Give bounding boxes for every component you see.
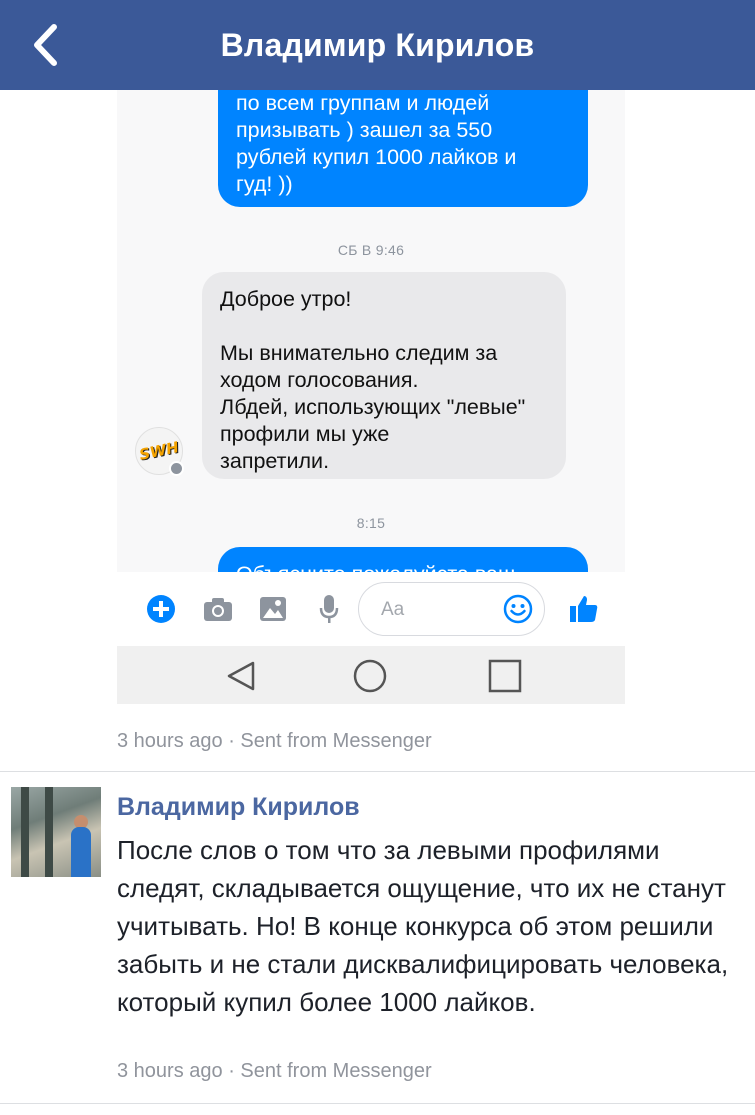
back-triangle-icon[interactable] (221, 658, 261, 694)
messenger-badge-icon (169, 461, 184, 476)
avatar-detail (45, 787, 53, 877)
message-line: Лбдей, использующих "левые" (220, 395, 526, 419)
message-timestamp: СБ В 9:46 (337, 242, 405, 258)
message-spacer (220, 313, 548, 340)
message-line: призывать ) зашел за 550 (236, 118, 493, 142)
message-line: запретили. (220, 449, 330, 473)
thumbs-up-icon[interactable] (567, 592, 601, 626)
conversation-title: Владимир Кирилов (220, 27, 535, 63)
comment-author[interactable]: Владимир Кирилов (117, 793, 360, 822)
emoji-icon[interactable] (501, 592, 535, 626)
message-timestamp: 8:15 (356, 515, 386, 531)
message-input-placeholder: Aa (381, 599, 405, 620)
swh-logo-icon: SWH (137, 438, 181, 464)
message-line: Объясните пожалуйста ваш (236, 562, 515, 572)
outgoing-message-bubble: Объясните пожалуйста ваш (218, 547, 588, 572)
message-line: гуд! )) (236, 172, 293, 196)
message-line: ходом голосования. (220, 368, 419, 392)
incoming-message-bubble: Доброе утро! Мы внимательно следим за хо… (202, 272, 566, 479)
message-composer: Aa (117, 572, 625, 646)
avatar[interactable] (11, 787, 101, 877)
home-circle-icon[interactable] (350, 658, 390, 694)
avatar-detail (71, 827, 91, 877)
sender-avatar: SWH (135, 427, 184, 476)
top-bar: Владимир Кирилов (0, 0, 755, 90)
comment-text: После слов о том что за левыми профилями… (117, 835, 729, 1017)
message-line: по всем группам и людей (236, 91, 490, 115)
microphone-icon[interactable] (312, 592, 346, 626)
divider (0, 1103, 755, 1104)
message-meta: 3 hours ago · Sent from Messenger (117, 730, 432, 752)
camera-icon[interactable] (201, 592, 235, 626)
messenger-screenshot: по всем группам и людей призывать ) заше… (117, 90, 625, 704)
message-line: рублей купил 1000 лайков и (236, 145, 517, 169)
plus-icon[interactable] (144, 592, 178, 626)
message-line: профили мы уже (220, 422, 390, 446)
divider (0, 771, 755, 772)
message-line: Мы внимательно следим за (220, 341, 498, 365)
recents-square-icon[interactable] (485, 658, 525, 694)
outgoing-message-bubble: по всем группам и людей призывать ) заше… (218, 90, 588, 207)
comment-meta: 3 hours ago · Sent from Messenger (117, 1060, 432, 1082)
avatar-detail (21, 787, 29, 877)
image-icon[interactable] (256, 592, 290, 626)
chat-area: по всем группам и людей призывать ) заше… (117, 90, 625, 572)
android-nav-bar (117, 646, 625, 704)
message-line: Доброе утро! (220, 287, 352, 311)
